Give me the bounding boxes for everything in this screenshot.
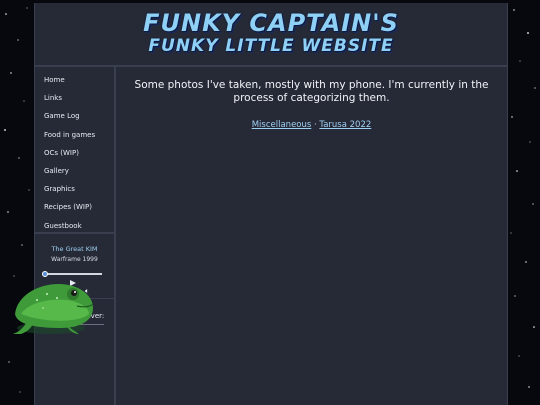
link-separator: · <box>314 120 317 130</box>
site-title: FUNKY CAPTAIN'S <box>143 9 399 37</box>
site-subtitle: FUNKY LITTLE WEBSITE <box>148 36 394 56</box>
nav-item-graphics[interactable]: Graphics <box>35 180 114 198</box>
nav-item-links[interactable]: Links <box>35 89 114 107</box>
nav-item-gallery[interactable]: Gallery <box>35 162 114 180</box>
nav-menu: Home Links Game Log Food in games OCs (W… <box>35 67 114 234</box>
song-title: The Great KIM <box>51 245 98 253</box>
nav-item-recipes[interactable]: Recipes (WIP) <box>35 198 114 216</box>
nav-item-home[interactable]: Home <box>35 71 114 89</box>
nav-item-guestbook[interactable]: Guestbook <box>35 217 114 235</box>
link-tarusa-2022[interactable]: Tarusa 2022 <box>319 120 371 130</box>
nav-item-game-log[interactable]: Game Log <box>35 107 114 125</box>
link-miscellaneous[interactable]: Miscellaneous <box>252 120 312 130</box>
intro-text: Some photos I've taken, mostly with my p… <box>134 79 489 104</box>
gallery-links: Miscellaneous · Tarusa 2022 <box>116 120 507 130</box>
nav-item-ocs[interactable]: OCs (WIP) <box>35 144 114 162</box>
main-content: Some photos I've taken, mostly with my p… <box>116 67 507 405</box>
site-header: FUNKY CAPTAIN'S FUNKY LITTLE WEBSITE <box>35 3 507 67</box>
sidebar: Home Links Game Log Food in games OCs (W… <box>35 67 116 405</box>
site-frame: FUNKY CAPTAIN'S FUNKY LITTLE WEBSITE Hom… <box>13 3 508 405</box>
frog-gif-image <box>13 284 94 334</box>
song-artist: Warframe 1999 <box>51 256 98 263</box>
nav-item-food-in-games[interactable]: Food in games <box>35 126 114 144</box>
